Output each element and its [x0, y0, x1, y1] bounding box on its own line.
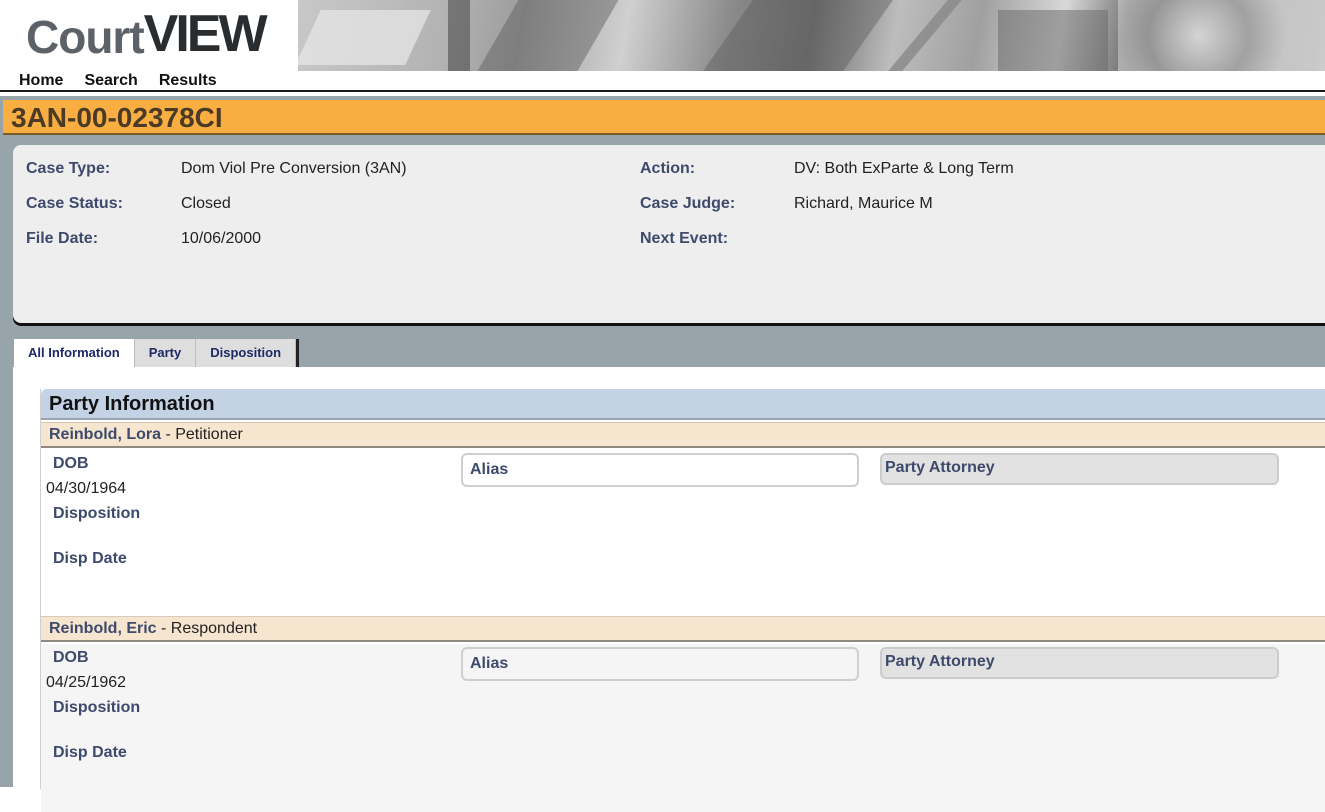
site-header: Court VIEW Home Search Results	[0, 0, 1325, 92]
case-summary-panel: Case Type: Dom Viol Pre Conversion (3AN)…	[13, 145, 1325, 323]
case-type-label: Case Type:	[26, 160, 111, 177]
party-role: - Petitioner	[161, 426, 243, 443]
logo-court-text: Court	[26, 11, 145, 63]
party-information-section: Party Information Reinbold, Lora - Petit…	[40, 389, 1325, 812]
tab-content: Party Information Reinbold, Lora - Petit…	[13, 367, 1325, 812]
case-number: 3AN-00-02378CI	[11, 102, 223, 133]
nav-home-link[interactable]: Home	[19, 71, 63, 91]
case-status-value: Closed	[181, 195, 231, 212]
nav-divider	[0, 90, 1325, 92]
page-body: 3AN-00-02378CI Case Type: Dom Viol Pre C…	[0, 96, 1325, 812]
tab-disposition[interactable]: Disposition	[196, 339, 297, 367]
party-name[interactable]: Reinbold, Lora	[49, 426, 161, 443]
party-attorney-box: Party Attorney	[880, 453, 1279, 485]
dob-value: 04/25/1962	[46, 674, 127, 691]
alias-box: Alias	[461, 647, 859, 681]
case-judge-value: Richard, Maurice M	[794, 195, 933, 212]
courtview-logo[interactable]: Court VIEW	[26, 0, 268, 63]
disposition-label: Disposition	[53, 699, 141, 716]
case-judge-label: Case Judge:	[640, 195, 736, 212]
case-tabs: All Information Party Disposition	[14, 339, 297, 367]
file-date-label: File Date:	[26, 230, 99, 247]
case-header: 3AN-00-02378CI	[3, 100, 1325, 135]
banner-image	[298, 0, 1325, 71]
party-name[interactable]: Reinbold, Eric	[49, 620, 157, 637]
main-nav: Home Search Results	[19, 71, 217, 91]
dob-label: DOB	[53, 455, 89, 472]
next-event-label: Next Event:	[640, 230, 729, 247]
action-value: DV: Both ExParte & Long Term	[794, 160, 1014, 177]
party-role: - Respondent	[156, 620, 258, 637]
party-details: DOB 04/30/1964 Disposition Disp Date Ali…	[41, 450, 1325, 618]
disposition-label: Disposition	[53, 505, 141, 522]
party-header: Reinbold, Eric - Respondent	[41, 616, 1325, 642]
section-title: Party Information	[41, 389, 1325, 420]
logo-view-text: VIEW	[143, 5, 268, 63]
alias-box: Alias	[461, 453, 859, 487]
nav-search-link[interactable]: Search	[84, 71, 137, 91]
tab-party[interactable]: Party	[134, 339, 197, 367]
file-date-value: 10/06/2000	[181, 230, 262, 247]
action-label: Action:	[640, 160, 696, 177]
nav-results-link[interactable]: Results	[159, 71, 217, 91]
dob-value: 04/30/1964	[46, 480, 127, 497]
tab-all-information[interactable]: All Information	[14, 339, 135, 367]
case-status-label: Case Status:	[26, 195, 123, 212]
party-attorney-box: Party Attorney	[880, 647, 1279, 679]
dob-label: DOB	[53, 649, 89, 666]
disp-date-label: Disp Date	[53, 550, 127, 567]
disp-date-label: Disp Date	[53, 744, 127, 761]
party-header: Reinbold, Lora - Petitioner	[41, 422, 1325, 448]
case-type-value: Dom Viol Pre Conversion (3AN)	[181, 160, 407, 177]
